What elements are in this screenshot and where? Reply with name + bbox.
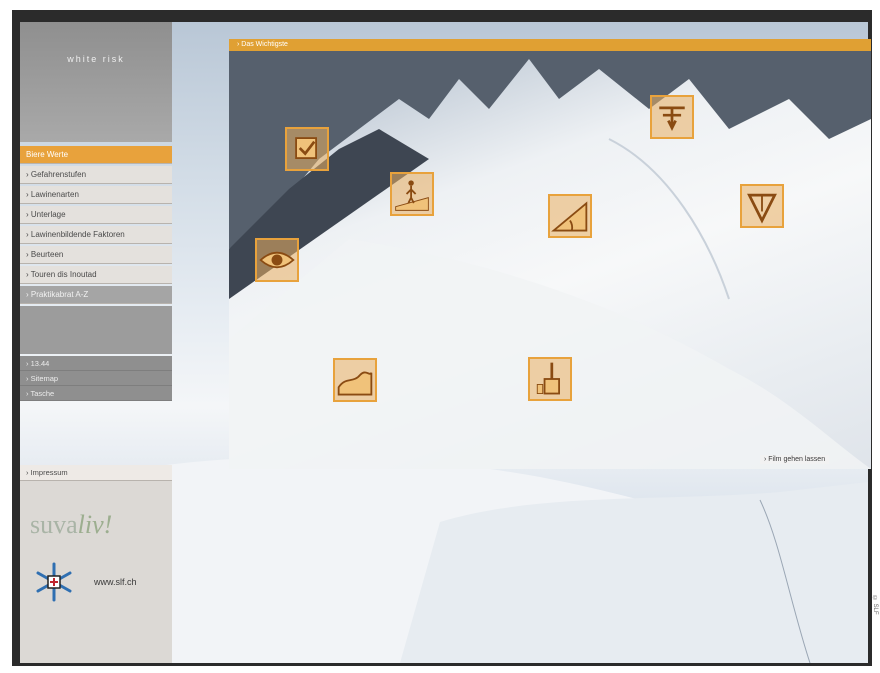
terrain-icon[interactable] — [333, 358, 377, 402]
copyright-caption: © SLF — [872, 596, 878, 615]
nav-item-lawinenbildende-faktoren[interactable]: › Lawinenbildende Faktoren — [20, 226, 172, 244]
main-navigation: Biere Werte › Gefahrenstufen › Lawinenar… — [20, 146, 172, 401]
nav-item-praktikabrat[interactable]: › Praktikabrat A-Z — [20, 286, 172, 304]
eye-icon[interactable] — [255, 238, 299, 282]
nav-item-biere-werte[interactable]: Biere Werte — [20, 146, 172, 164]
nav-item-touren[interactable]: › Touren dis Inoutad — [20, 266, 172, 284]
impressum-link[interactable]: › Impressum — [20, 465, 172, 481]
suva-logo[interactable]: suvaliv! — [30, 510, 112, 540]
nav-item-unterlage[interactable]: › Unterlage — [20, 206, 172, 224]
nav-item-lawinenarten[interactable]: › Lawinenarten — [20, 186, 172, 204]
suva-logo-text: suva — [30, 510, 78, 539]
mountain-scene — [229, 39, 871, 469]
shovel-icon[interactable] — [528, 357, 572, 401]
brand-logo[interactable]: white risk — [20, 54, 172, 64]
suva-logo-accent: liv! — [77, 510, 113, 539]
nav-item-gefahrenstufen[interactable]: › Gefahrenstufen — [20, 166, 172, 184]
main-photo-panel — [229, 39, 871, 469]
sub-item-1[interactable]: › 13.44 — [20, 356, 172, 371]
snowflake-icon — [36, 562, 72, 602]
sidebar: white risk Biere Werte › Gefahrenstufen … — [20, 22, 172, 663]
nav-spacer — [20, 306, 172, 354]
slf-link[interactable]: www.slf.ch — [94, 577, 137, 587]
slope-angle-icon[interactable] — [548, 194, 592, 238]
avalanche-fracture-icon[interactable] — [740, 184, 784, 228]
sub-item-sitemap[interactable]: › Sitemap — [20, 371, 172, 386]
sub-item-tasche[interactable]: › Tasche — [20, 386, 172, 401]
main-header: › Das Wichtigste — [229, 39, 871, 51]
logo-area: white risk — [20, 22, 172, 142]
person-on-slope-icon[interactable] — [390, 172, 434, 216]
checkbox-icon[interactable] — [285, 127, 329, 171]
nav-item-beurteen[interactable]: › Beurteen — [20, 246, 172, 264]
partner-panel: › Impressum suvaliv! www.slf.ch — [20, 465, 172, 663]
wind-icon[interactable] — [650, 95, 694, 139]
play-film-link[interactable]: › Film gehen lassen — [760, 455, 830, 464]
